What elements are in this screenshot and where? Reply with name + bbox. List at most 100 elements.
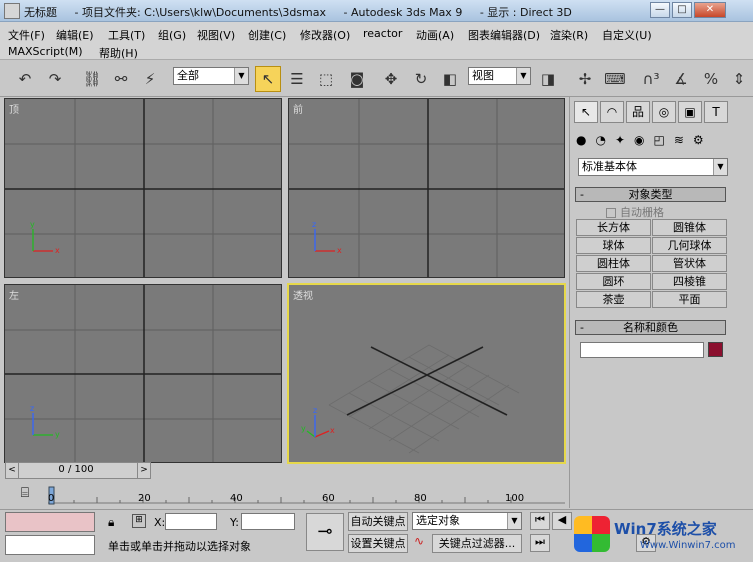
key-selection-dropdown[interactable]: 选定对象 ▼ bbox=[412, 512, 522, 530]
lights-icon[interactable]: ✦ bbox=[615, 133, 634, 147]
auto-key-button[interactable]: 自动关键点 bbox=[348, 512, 408, 531]
pyramid-button[interactable]: 四棱锥 bbox=[652, 273, 727, 290]
space-warps-icon[interactable]: ≋ bbox=[674, 133, 693, 147]
menu-reactor[interactable]: reactor bbox=[363, 27, 402, 40]
object-category-dropdown[interactable]: 标准基本体 ▼ bbox=[578, 158, 728, 176]
menu-customize[interactable]: 自定义(U) bbox=[602, 27, 652, 43]
plane-button[interactable]: 平面 bbox=[652, 291, 727, 308]
pivot-center-icon[interactable]: ◨ bbox=[535, 66, 561, 92]
bind-space-warp-icon[interactable]: ⚡ bbox=[137, 66, 163, 92]
key-filters-button[interactable]: 关键点过滤器... bbox=[432, 534, 522, 553]
menu-view[interactable]: 视图(V) bbox=[197, 27, 235, 43]
systems-icon[interactable]: ⚙ bbox=[693, 133, 713, 147]
select-by-name-icon[interactable]: ☰ bbox=[284, 66, 310, 92]
menu-rendering[interactable]: 渲染(R) bbox=[550, 27, 588, 43]
menu-group[interactable]: 组(G) bbox=[158, 27, 186, 43]
tick-label-100: 100 bbox=[505, 493, 525, 504]
frame-input-icon[interactable]: ⏭ bbox=[530, 534, 550, 552]
viewport-front[interactable]: xz 前 bbox=[288, 98, 565, 278]
go-to-start-icon[interactable]: ⏮ bbox=[530, 512, 550, 530]
absolute-mode-icon[interactable]: ⊞ bbox=[132, 514, 146, 528]
cylinder-button[interactable]: 圆柱体 bbox=[576, 255, 651, 272]
spinner-snap-icon[interactable]: ⇕ bbox=[726, 66, 752, 92]
select-manipulate-icon[interactable]: ✢ bbox=[572, 66, 598, 92]
set-key-button[interactable]: 设置关键点 bbox=[348, 534, 408, 553]
geosphere-button[interactable]: 几何球体 bbox=[652, 237, 727, 254]
viewport-perspective[interactable]: x yz 透视 bbox=[287, 283, 566, 464]
viewport-label-perspective[interactable]: 透视 bbox=[293, 287, 313, 302]
cone-button[interactable]: 圆锥体 bbox=[652, 219, 727, 236]
hierarchy-tab-icon[interactable]: 品 bbox=[626, 101, 650, 123]
window-crossing-icon[interactable]: ◙ bbox=[344, 66, 370, 92]
menu-help[interactable]: 帮助(H) bbox=[99, 45, 138, 61]
svg-text:z: z bbox=[313, 406, 317, 415]
menu-edit[interactable]: 编辑(E) bbox=[56, 27, 94, 43]
object-type-rollout[interactable]: - 对象类型 bbox=[575, 187, 726, 202]
lock-selection-icon[interactable]: 🔒︎ bbox=[108, 515, 114, 530]
key-mode-icon[interactable]: ∿ bbox=[414, 534, 424, 548]
object-name-input[interactable] bbox=[580, 342, 704, 358]
reference-coordinate-dropdown[interactable]: 视图 ▼ bbox=[468, 67, 531, 85]
modify-tab-icon[interactable]: ◠ bbox=[600, 101, 624, 123]
svg-text:y: y bbox=[301, 424, 306, 433]
maximize-button[interactable]: □ bbox=[672, 2, 692, 18]
display-tab-icon[interactable]: ▣ bbox=[678, 101, 702, 123]
sphere-button[interactable]: 球体 bbox=[576, 237, 651, 254]
maxscript-listener-pink[interactable] bbox=[5, 512, 95, 532]
viewport-label-top[interactable]: 顶 bbox=[9, 101, 19, 116]
viewport-left[interactable]: yz 左 bbox=[4, 284, 282, 463]
close-button[interactable]: ✕ bbox=[694, 2, 726, 18]
minimize-button[interactable]: — bbox=[650, 2, 670, 18]
redo-icon[interactable]: ↷ bbox=[42, 66, 68, 92]
name-color-rollout[interactable]: - 名称和颜色 bbox=[575, 320, 726, 335]
svg-text:x: x bbox=[337, 246, 342, 255]
shapes-icon[interactable]: ◔ bbox=[595, 133, 614, 147]
slider-right-arrow-icon[interactable]: > bbox=[137, 463, 150, 478]
viewport-top[interactable]: xy 顶 bbox=[4, 98, 282, 278]
unlink-icon[interactable]: ⚯ bbox=[108, 66, 134, 92]
menu-create[interactable]: 创建(C) bbox=[248, 27, 286, 43]
create-tab-icon[interactable]: ↖ bbox=[574, 101, 598, 123]
track-bar[interactable]: ⌸ 0 20 40 60 80 100 bbox=[0, 483, 569, 509]
maxscript-listener-white[interactable] bbox=[5, 535, 95, 555]
undo-icon[interactable]: ↶ bbox=[12, 66, 38, 92]
menu-animation[interactable]: 动画(A) bbox=[416, 27, 454, 43]
cameras-icon[interactable]: ◉ bbox=[634, 133, 653, 147]
x-coordinate-input[interactable] bbox=[165, 513, 217, 530]
box-button[interactable]: 长方体 bbox=[576, 219, 651, 236]
object-color-swatch[interactable] bbox=[708, 342, 723, 357]
prompt-line: 单击或单击并拖动以选择对象 bbox=[108, 540, 251, 553]
rotate-icon[interactable]: ↻ bbox=[408, 66, 434, 92]
viewport-label-left[interactable]: 左 bbox=[9, 287, 19, 302]
snap-toggle-icon[interactable]: ∩³ bbox=[638, 66, 664, 92]
watermark-url: Www.Winwin7.com bbox=[640, 540, 736, 551]
menu-maxscript[interactable]: MAXScript(M) bbox=[8, 45, 83, 58]
geometry-icon[interactable]: ● bbox=[576, 133, 595, 147]
angle-snap-icon[interactable]: ∡ bbox=[668, 66, 694, 92]
time-slider[interactable]: < 0 / 100 > bbox=[5, 462, 151, 479]
scale-icon[interactable]: ◧ bbox=[437, 66, 463, 92]
menu-file[interactable]: 文件(F) bbox=[8, 27, 45, 43]
autogrid-checkbox[interactable]: 自动栅格 bbox=[606, 204, 664, 220]
selection-filter-dropdown[interactable]: 全部 ▼ bbox=[173, 67, 249, 85]
menu-graph-editors[interactable]: 图表编辑器(D) bbox=[468, 27, 540, 43]
previous-frame-icon[interactable]: ◀ bbox=[552, 512, 572, 530]
torus-button[interactable]: 圆环 bbox=[576, 273, 651, 290]
rectangular-selection-icon[interactable]: ⬚ bbox=[313, 66, 339, 92]
percent-snap-icon[interactable]: % bbox=[698, 66, 724, 92]
menu-modifiers[interactable]: 修改器(O) bbox=[300, 27, 350, 43]
key-icon[interactable]: ⊸ bbox=[306, 513, 344, 551]
viewport-label-front[interactable]: 前 bbox=[293, 101, 303, 116]
tube-button[interactable]: 管状体 bbox=[652, 255, 727, 272]
motion-tab-icon[interactable]: ◎ bbox=[652, 101, 676, 123]
utilities-tab-icon[interactable]: T bbox=[704, 101, 728, 123]
menu-tools[interactable]: 工具(T) bbox=[108, 27, 145, 43]
y-coordinate-input[interactable] bbox=[241, 513, 295, 530]
teapot-button[interactable]: 茶壶 bbox=[576, 291, 651, 308]
slider-left-arrow-icon[interactable]: < bbox=[6, 463, 19, 478]
move-icon[interactable]: ✥ bbox=[378, 66, 404, 92]
helpers-icon[interactable]: ◰ bbox=[654, 133, 674, 147]
keyboard-shortcut-icon[interactable]: ⌨ bbox=[602, 66, 628, 92]
select-link-icon[interactable]: ⛓ bbox=[79, 66, 105, 92]
select-object-icon[interactable]: ↖ bbox=[255, 66, 281, 92]
